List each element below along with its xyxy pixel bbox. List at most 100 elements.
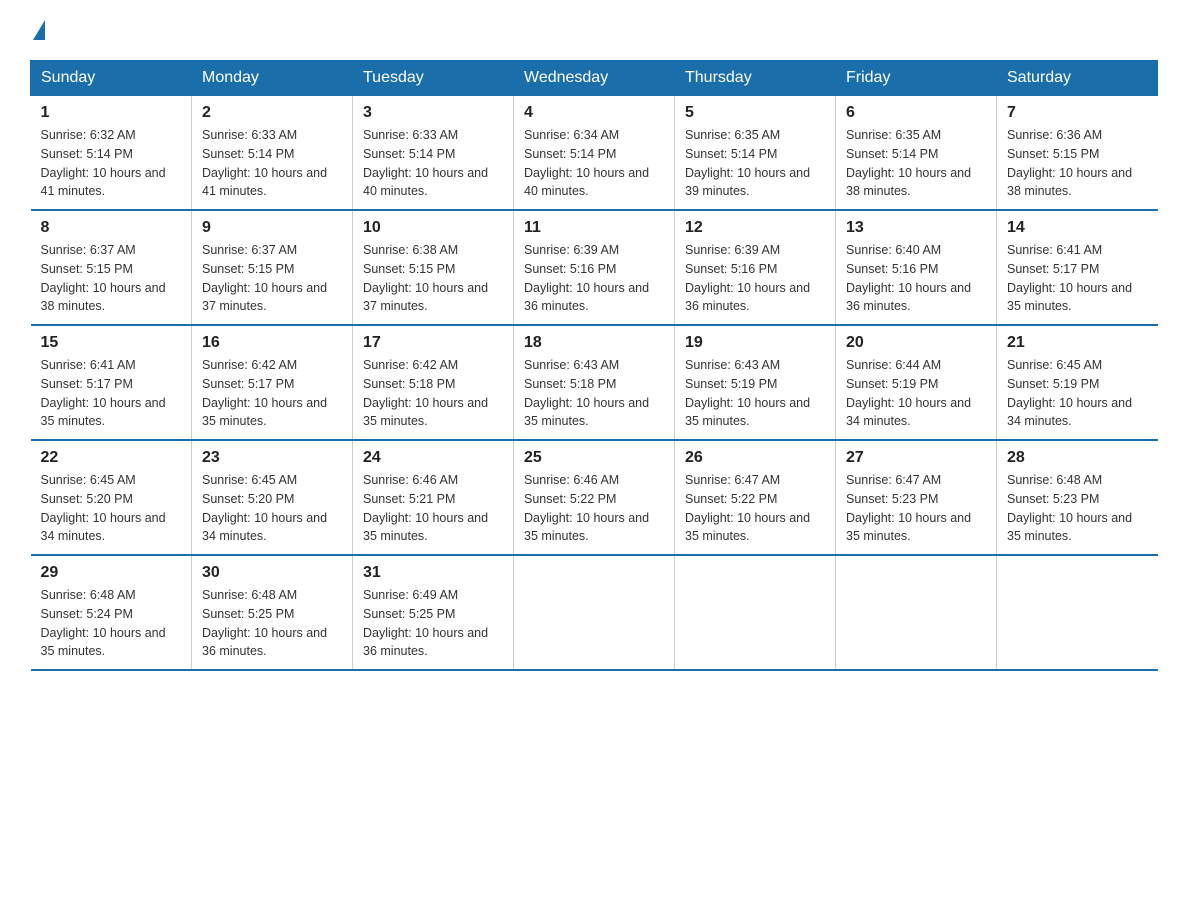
calendar-body: 1 Sunrise: 6:32 AM Sunset: 5:14 PM Dayli… [31,96,1158,671]
calendar-week-row: 15 Sunrise: 6:41 AM Sunset: 5:17 PM Dayl… [31,325,1158,440]
day-number: 21 [1007,334,1148,352]
weekday-header-tuesday: Tuesday [353,61,514,96]
calendar-week-row: 1 Sunrise: 6:32 AM Sunset: 5:14 PM Dayli… [31,96,1158,211]
calendar-week-row: 29 Sunrise: 6:48 AM Sunset: 5:24 PM Dayl… [31,555,1158,670]
weekday-header-friday: Friday [836,61,997,96]
calendar-table: SundayMondayTuesdayWednesdayThursdayFrid… [30,60,1158,671]
calendar-cell: 12 Sunrise: 6:39 AM Sunset: 5:16 PM Dayl… [675,210,836,325]
calendar-cell: 19 Sunrise: 6:43 AM Sunset: 5:19 PM Dayl… [675,325,836,440]
day-info: Sunrise: 6:33 AM Sunset: 5:14 PM Dayligh… [363,126,503,201]
calendar-week-row: 22 Sunrise: 6:45 AM Sunset: 5:20 PM Dayl… [31,440,1158,555]
day-info: Sunrise: 6:47 AM Sunset: 5:23 PM Dayligh… [846,471,986,546]
day-number: 31 [363,564,503,582]
day-number: 20 [846,334,986,352]
day-number: 4 [524,104,664,122]
day-info: Sunrise: 6:38 AM Sunset: 5:15 PM Dayligh… [363,241,503,316]
day-number: 3 [363,104,503,122]
calendar-cell: 9 Sunrise: 6:37 AM Sunset: 5:15 PM Dayli… [192,210,353,325]
day-info: Sunrise: 6:35 AM Sunset: 5:14 PM Dayligh… [685,126,825,201]
day-number: 27 [846,449,986,467]
day-number: 10 [363,219,503,237]
calendar-cell [675,555,836,670]
day-number: 8 [41,219,182,237]
day-info: Sunrise: 6:46 AM Sunset: 5:21 PM Dayligh… [363,471,503,546]
page-header [30,20,1158,40]
calendar-cell: 16 Sunrise: 6:42 AM Sunset: 5:17 PM Dayl… [192,325,353,440]
day-number: 12 [685,219,825,237]
day-number: 6 [846,104,986,122]
calendar-cell: 7 Sunrise: 6:36 AM Sunset: 5:15 PM Dayli… [997,96,1158,211]
calendar-week-row: 8 Sunrise: 6:37 AM Sunset: 5:15 PM Dayli… [31,210,1158,325]
calendar-cell: 18 Sunrise: 6:43 AM Sunset: 5:18 PM Dayl… [514,325,675,440]
day-info: Sunrise: 6:36 AM Sunset: 5:15 PM Dayligh… [1007,126,1148,201]
day-number: 2 [202,104,342,122]
calendar-cell: 6 Sunrise: 6:35 AM Sunset: 5:14 PM Dayli… [836,96,997,211]
calendar-cell: 15 Sunrise: 6:41 AM Sunset: 5:17 PM Dayl… [31,325,192,440]
day-number: 24 [363,449,503,467]
day-number: 18 [524,334,664,352]
day-info: Sunrise: 6:42 AM Sunset: 5:17 PM Dayligh… [202,356,342,431]
day-info: Sunrise: 6:41 AM Sunset: 5:17 PM Dayligh… [41,356,182,431]
calendar-cell: 25 Sunrise: 6:46 AM Sunset: 5:22 PM Dayl… [514,440,675,555]
calendar-cell: 28 Sunrise: 6:48 AM Sunset: 5:23 PM Dayl… [997,440,1158,555]
day-number: 15 [41,334,182,352]
day-info: Sunrise: 6:35 AM Sunset: 5:14 PM Dayligh… [846,126,986,201]
day-number: 14 [1007,219,1148,237]
day-info: Sunrise: 6:39 AM Sunset: 5:16 PM Dayligh… [685,241,825,316]
day-info: Sunrise: 6:32 AM Sunset: 5:14 PM Dayligh… [41,126,182,201]
calendar-cell [514,555,675,670]
calendar-cell: 17 Sunrise: 6:42 AM Sunset: 5:18 PM Dayl… [353,325,514,440]
weekday-header-sunday: Sunday [31,61,192,96]
calendar-cell: 21 Sunrise: 6:45 AM Sunset: 5:19 PM Dayl… [997,325,1158,440]
calendar-cell: 30 Sunrise: 6:48 AM Sunset: 5:25 PM Dayl… [192,555,353,670]
day-info: Sunrise: 6:45 AM Sunset: 5:19 PM Dayligh… [1007,356,1148,431]
day-number: 26 [685,449,825,467]
day-number: 11 [524,219,664,237]
weekday-header-row: SundayMondayTuesdayWednesdayThursdayFrid… [31,61,1158,96]
day-info: Sunrise: 6:46 AM Sunset: 5:22 PM Dayligh… [524,471,664,546]
day-info: Sunrise: 6:45 AM Sunset: 5:20 PM Dayligh… [41,471,182,546]
day-info: Sunrise: 6:40 AM Sunset: 5:16 PM Dayligh… [846,241,986,316]
day-number: 22 [41,449,182,467]
calendar-cell: 29 Sunrise: 6:48 AM Sunset: 5:24 PM Dayl… [31,555,192,670]
calendar-cell: 3 Sunrise: 6:33 AM Sunset: 5:14 PM Dayli… [353,96,514,211]
day-info: Sunrise: 6:43 AM Sunset: 5:18 PM Dayligh… [524,356,664,431]
calendar-cell: 10 Sunrise: 6:38 AM Sunset: 5:15 PM Dayl… [353,210,514,325]
weekday-header-saturday: Saturday [997,61,1158,96]
logo-triangle-icon [33,20,45,40]
calendar-header: SundayMondayTuesdayWednesdayThursdayFrid… [31,61,1158,96]
day-info: Sunrise: 6:43 AM Sunset: 5:19 PM Dayligh… [685,356,825,431]
weekday-header-wednesday: Wednesday [514,61,675,96]
day-number: 30 [202,564,342,582]
day-info: Sunrise: 6:47 AM Sunset: 5:22 PM Dayligh… [685,471,825,546]
calendar-cell: 11 Sunrise: 6:39 AM Sunset: 5:16 PM Dayl… [514,210,675,325]
calendar-cell: 23 Sunrise: 6:45 AM Sunset: 5:20 PM Dayl… [192,440,353,555]
day-number: 13 [846,219,986,237]
calendar-cell: 13 Sunrise: 6:40 AM Sunset: 5:16 PM Dayl… [836,210,997,325]
calendar-cell [836,555,997,670]
day-info: Sunrise: 6:42 AM Sunset: 5:18 PM Dayligh… [363,356,503,431]
calendar-cell: 8 Sunrise: 6:37 AM Sunset: 5:15 PM Dayli… [31,210,192,325]
day-info: Sunrise: 6:45 AM Sunset: 5:20 PM Dayligh… [202,471,342,546]
calendar-cell: 5 Sunrise: 6:35 AM Sunset: 5:14 PM Dayli… [675,96,836,211]
day-number: 16 [202,334,342,352]
weekday-header-thursday: Thursday [675,61,836,96]
day-number: 1 [41,104,182,122]
day-info: Sunrise: 6:37 AM Sunset: 5:15 PM Dayligh… [202,241,342,316]
calendar-cell: 31 Sunrise: 6:49 AM Sunset: 5:25 PM Dayl… [353,555,514,670]
day-number: 7 [1007,104,1148,122]
day-number: 17 [363,334,503,352]
logo [30,20,48,40]
calendar-cell: 22 Sunrise: 6:45 AM Sunset: 5:20 PM Dayl… [31,440,192,555]
day-number: 9 [202,219,342,237]
calendar-cell: 4 Sunrise: 6:34 AM Sunset: 5:14 PM Dayli… [514,96,675,211]
calendar-cell: 14 Sunrise: 6:41 AM Sunset: 5:17 PM Dayl… [997,210,1158,325]
calendar-cell: 20 Sunrise: 6:44 AM Sunset: 5:19 PM Dayl… [836,325,997,440]
calendar-cell: 2 Sunrise: 6:33 AM Sunset: 5:14 PM Dayli… [192,96,353,211]
day-info: Sunrise: 6:39 AM Sunset: 5:16 PM Dayligh… [524,241,664,316]
day-number: 29 [41,564,182,582]
weekday-header-monday: Monday [192,61,353,96]
calendar-cell: 27 Sunrise: 6:47 AM Sunset: 5:23 PM Dayl… [836,440,997,555]
day-info: Sunrise: 6:48 AM Sunset: 5:23 PM Dayligh… [1007,471,1148,546]
day-info: Sunrise: 6:48 AM Sunset: 5:24 PM Dayligh… [41,586,182,661]
